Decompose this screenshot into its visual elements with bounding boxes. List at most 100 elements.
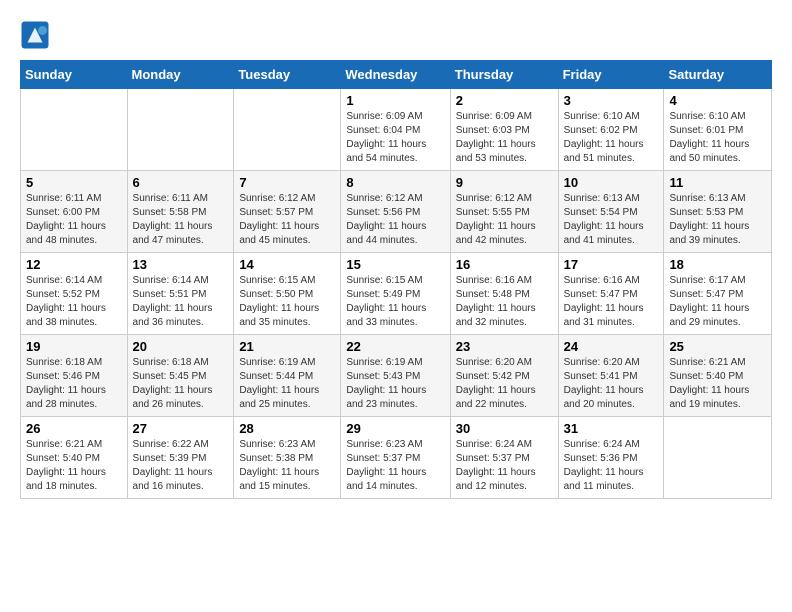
- day-number: 5: [26, 175, 122, 190]
- day-cell: [127, 89, 234, 171]
- day-info: Sunrise: 6:19 AM Sunset: 5:43 PM Dayligh…: [346, 356, 444, 412]
- day-cell: 5 Sunrise: 6:11 AM Sunset: 6:00 PM Daylig…: [21, 171, 128, 253]
- day-cell: 6 Sunrise: 6:11 AM Sunset: 5:58 PM Daylig…: [127, 171, 234, 253]
- day-info: Sunrise: 6:15 AM Sunset: 5:50 PM Dayligh…: [239, 274, 335, 330]
- day-number: 6: [133, 175, 229, 190]
- day-number: 24: [564, 339, 659, 354]
- day-info: Sunrise: 6:13 AM Sunset: 5:53 PM Dayligh…: [669, 192, 766, 248]
- header-cell-monday: Monday: [127, 61, 234, 89]
- day-cell: 10Sunrise: 6:13 AM Sunset: 5:54 PM Dayli…: [558, 171, 664, 253]
- day-number: 10: [564, 175, 659, 190]
- day-number: 19: [26, 339, 122, 354]
- week-row-2: 5 Sunrise: 6:11 AM Sunset: 6:00 PM Daylig…: [21, 171, 772, 253]
- day-cell: 9Sunrise: 6:12 AM Sunset: 5:55 PM Daylig…: [450, 171, 558, 253]
- logo: [20, 20, 52, 50]
- calendar-table: SundayMondayTuesdayWednesdayThursdayFrid…: [20, 60, 772, 499]
- day-cell: 31Sunrise: 6:24 AM Sunset: 5:36 PM Dayli…: [558, 417, 664, 499]
- day-cell: 3 Sunrise: 6:10 AM Sunset: 6:02 PM Daylig…: [558, 89, 664, 171]
- day-info: Sunrise: 6:19 AM Sunset: 5:44 PM Dayligh…: [239, 356, 335, 412]
- day-cell: 14Sunrise: 6:15 AM Sunset: 5:50 PM Dayli…: [234, 253, 341, 335]
- day-info: Sunrise: 6:20 AM Sunset: 5:42 PM Dayligh…: [456, 356, 553, 412]
- day-info: Sunrise: 6:12 AM Sunset: 5:57 PM Dayligh…: [239, 192, 335, 248]
- day-number: 29: [346, 421, 444, 436]
- day-cell: 26 Sunrise: 6:21 AM Sunset: 5:40 PM Dayli…: [21, 417, 128, 499]
- day-number: 31: [564, 421, 659, 436]
- header-cell-friday: Friday: [558, 61, 664, 89]
- day-info: Sunrise: 6:14 AM Sunset: 5:52 PM Dayligh…: [26, 274, 122, 330]
- day-info: Sunrise: 6:09 AM Sunset: 6:03 PM Dayligh…: [456, 110, 553, 166]
- day-info: Sunrise: 6:14 AM Sunset: 5:51 PM Dayligh…: [133, 274, 229, 330]
- header-row: SundayMondayTuesdayWednesdayThursdayFrid…: [21, 61, 772, 89]
- day-info: Sunrise: 6:18 AM Sunset: 5:46 PM Dayligh…: [26, 356, 122, 412]
- day-cell: [21, 89, 128, 171]
- day-number: 3: [564, 93, 659, 108]
- day-cell: 4Sunrise: 6:10 AM Sunset: 6:01 PM Daylig…: [664, 89, 772, 171]
- day-number: 15: [346, 257, 444, 272]
- day-info: Sunrise: 6:11 AM Sunset: 6:00 PM Dayligh…: [26, 192, 122, 248]
- header-cell-saturday: Saturday: [664, 61, 772, 89]
- day-number: 25: [669, 339, 766, 354]
- day-info: Sunrise: 6:20 AM Sunset: 5:41 PM Dayligh…: [564, 356, 659, 412]
- day-cell: 16 Sunrise: 6:16 AM Sunset: 5:48 PM Dayli…: [450, 253, 558, 335]
- day-cell: 25 Sunrise: 6:21 AM Sunset: 5:40 PM Dayli…: [664, 335, 772, 417]
- day-info: Sunrise: 6:11 AM Sunset: 5:58 PM Dayligh…: [133, 192, 229, 248]
- day-number: 7: [239, 175, 335, 190]
- day-number: 26: [26, 421, 122, 436]
- day-cell: 22 Sunrise: 6:19 AM Sunset: 5:43 PM Dayli…: [341, 335, 450, 417]
- calendar-body: 1 Sunrise: 6:09 AM Sunset: 6:04 PM Daylig…: [21, 89, 772, 499]
- day-info: Sunrise: 6:10 AM Sunset: 6:02 PM Dayligh…: [564, 110, 659, 166]
- day-cell: 17Sunrise: 6:16 AM Sunset: 5:47 PM Dayli…: [558, 253, 664, 335]
- day-info: Sunrise: 6:16 AM Sunset: 5:48 PM Dayligh…: [456, 274, 553, 330]
- day-info: Sunrise: 6:23 AM Sunset: 5:37 PM Dayligh…: [346, 438, 444, 494]
- day-cell: [234, 89, 341, 171]
- day-info: Sunrise: 6:09 AM Sunset: 6:04 PM Dayligh…: [346, 110, 444, 166]
- day-number: 8: [346, 175, 444, 190]
- day-cell: 13 Sunrise: 6:14 AM Sunset: 5:51 PM Dayli…: [127, 253, 234, 335]
- day-number: 30: [456, 421, 553, 436]
- day-cell: 19 Sunrise: 6:18 AM Sunset: 5:46 PM Dayli…: [21, 335, 128, 417]
- day-info: Sunrise: 6:22 AM Sunset: 5:39 PM Dayligh…: [133, 438, 229, 494]
- day-number: 20: [133, 339, 229, 354]
- day-cell: 15 Sunrise: 6:15 AM Sunset: 5:49 PM Dayli…: [341, 253, 450, 335]
- day-cell: 12 Sunrise: 6:14 AM Sunset: 5:52 PM Dayli…: [21, 253, 128, 335]
- day-cell: 7 Sunrise: 6:12 AM Sunset: 5:57 PM Daylig…: [234, 171, 341, 253]
- day-number: 17: [564, 257, 659, 272]
- page-header: [20, 20, 772, 50]
- day-info: Sunrise: 6:18 AM Sunset: 5:45 PM Dayligh…: [133, 356, 229, 412]
- day-cell: 18Sunrise: 6:17 AM Sunset: 5:47 PM Dayli…: [664, 253, 772, 335]
- day-number: 1: [346, 93, 444, 108]
- day-info: Sunrise: 6:17 AM Sunset: 5:47 PM Dayligh…: [669, 274, 766, 330]
- day-info: Sunrise: 6:12 AM Sunset: 5:56 PM Dayligh…: [346, 192, 444, 248]
- header-cell-sunday: Sunday: [21, 61, 128, 89]
- day-number: 27: [133, 421, 229, 436]
- day-cell: 1 Sunrise: 6:09 AM Sunset: 6:04 PM Daylig…: [341, 89, 450, 171]
- header-cell-thursday: Thursday: [450, 61, 558, 89]
- day-number: 22: [346, 339, 444, 354]
- day-number: 23: [456, 339, 553, 354]
- week-row-3: 12 Sunrise: 6:14 AM Sunset: 5:52 PM Dayli…: [21, 253, 772, 335]
- day-cell: 8 Sunrise: 6:12 AM Sunset: 5:56 PM Daylig…: [341, 171, 450, 253]
- day-number: 13: [133, 257, 229, 272]
- week-row-5: 26 Sunrise: 6:21 AM Sunset: 5:40 PM Dayli…: [21, 417, 772, 499]
- day-number: 4: [669, 93, 766, 108]
- day-cell: 2Sunrise: 6:09 AM Sunset: 6:03 PM Daylig…: [450, 89, 558, 171]
- header-cell-wednesday: Wednesday: [341, 61, 450, 89]
- day-cell: 23 Sunrise: 6:20 AM Sunset: 5:42 PM Dayli…: [450, 335, 558, 417]
- day-cell: 27 Sunrise: 6:22 AM Sunset: 5:39 PM Dayli…: [127, 417, 234, 499]
- day-cell: [664, 417, 772, 499]
- day-number: 11: [669, 175, 766, 190]
- day-cell: 29 Sunrise: 6:23 AM Sunset: 5:37 PM Dayli…: [341, 417, 450, 499]
- day-cell: 24 Sunrise: 6:20 AM Sunset: 5:41 PM Dayli…: [558, 335, 664, 417]
- day-info: Sunrise: 6:21 AM Sunset: 5:40 PM Dayligh…: [669, 356, 766, 412]
- day-info: Sunrise: 6:23 AM Sunset: 5:38 PM Dayligh…: [239, 438, 335, 494]
- calendar-header: SundayMondayTuesdayWednesdayThursdayFrid…: [21, 61, 772, 89]
- week-row-1: 1 Sunrise: 6:09 AM Sunset: 6:04 PM Daylig…: [21, 89, 772, 171]
- day-info: Sunrise: 6:21 AM Sunset: 5:40 PM Dayligh…: [26, 438, 122, 494]
- day-number: 28: [239, 421, 335, 436]
- day-cell: 11 Sunrise: 6:13 AM Sunset: 5:53 PM Dayli…: [664, 171, 772, 253]
- day-number: 12: [26, 257, 122, 272]
- day-info: Sunrise: 6:15 AM Sunset: 5:49 PM Dayligh…: [346, 274, 444, 330]
- day-number: 16: [456, 257, 553, 272]
- day-cell: 28 Sunrise: 6:23 AM Sunset: 5:38 PM Dayli…: [234, 417, 341, 499]
- day-number: 9: [456, 175, 553, 190]
